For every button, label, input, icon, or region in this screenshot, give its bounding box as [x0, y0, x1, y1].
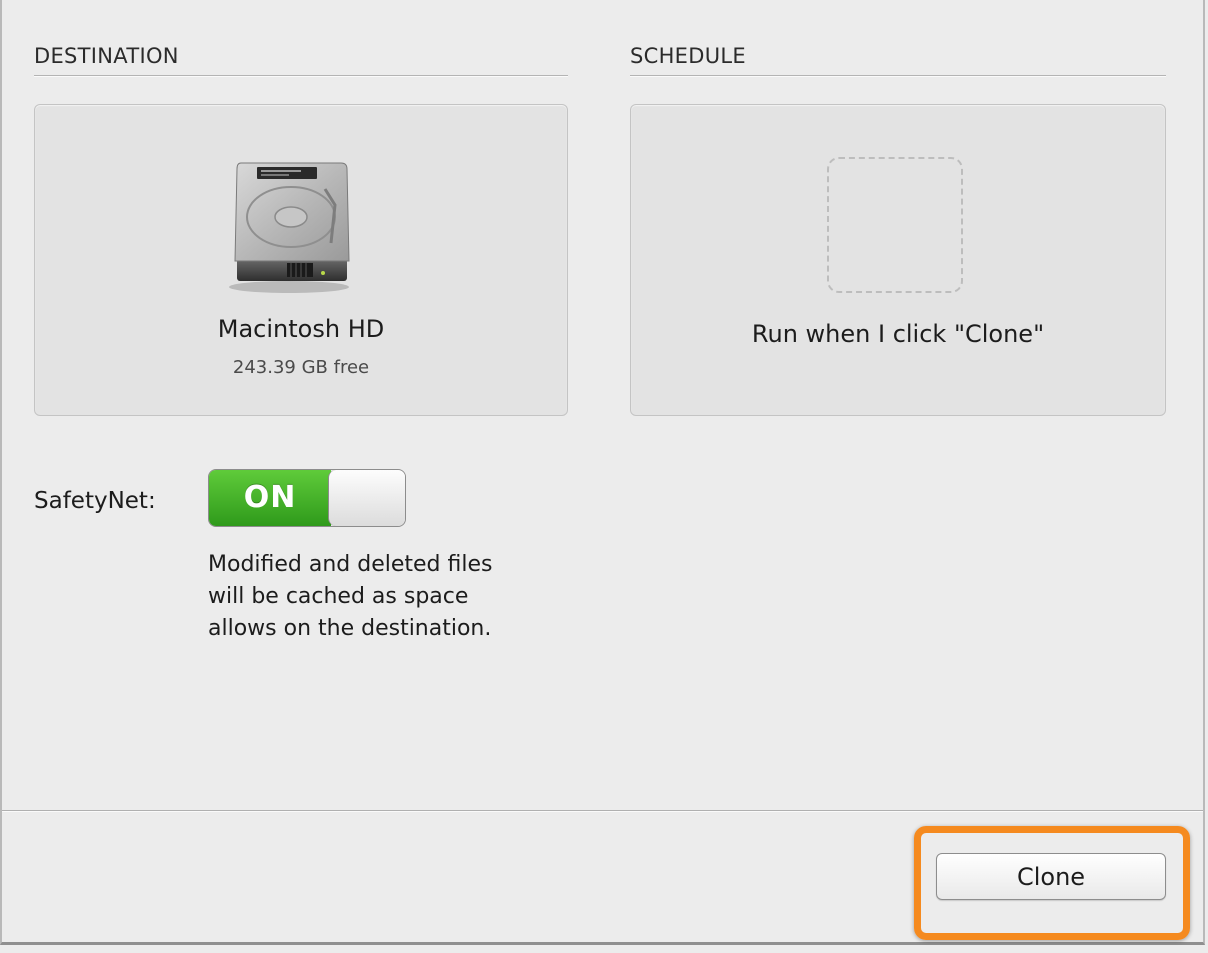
safetynet-label: SafetyNet: — [34, 488, 156, 514]
destination-free-space: 243.39 GB free — [232, 357, 370, 378]
destination-divider — [34, 75, 568, 77]
schedule-divider — [630, 75, 1166, 77]
destination-section-title: DESTINATION — [34, 44, 179, 68]
safetynet-toggle[interactable]: ON — [208, 469, 406, 527]
clone-task-window: DESTINATION Macintosh HD 243.39 GB free … — [0, 0, 1205, 945]
hard-drive-icon — [221, 153, 357, 297]
schedule-description: Run when I click "Clone" — [751, 320, 1045, 348]
schedule-section-title: SCHEDULE — [630, 44, 746, 68]
footer-divider — [2, 810, 1203, 812]
safetynet-description-line: Modified and deleted files — [208, 552, 493, 577]
destination-drive-name: Macintosh HD — [217, 315, 385, 343]
schedule-selector[interactable]: Run when I click "Clone" — [630, 104, 1166, 416]
destination-selector[interactable]: Macintosh HD 243.39 GB free — [34, 104, 568, 416]
schedule-placeholder-icon — [827, 157, 963, 293]
toggle-state-label: ON — [209, 470, 331, 526]
safetynet-description: Modified and deleted files will be cache… — [208, 549, 588, 645]
toggle-knob[interactable] — [328, 470, 405, 526]
safetynet-description-line: allows on the destination. — [208, 616, 492, 641]
clone-button[interactable]: Clone — [936, 853, 1166, 900]
safetynet-description-line: will be cached as space — [208, 584, 469, 609]
